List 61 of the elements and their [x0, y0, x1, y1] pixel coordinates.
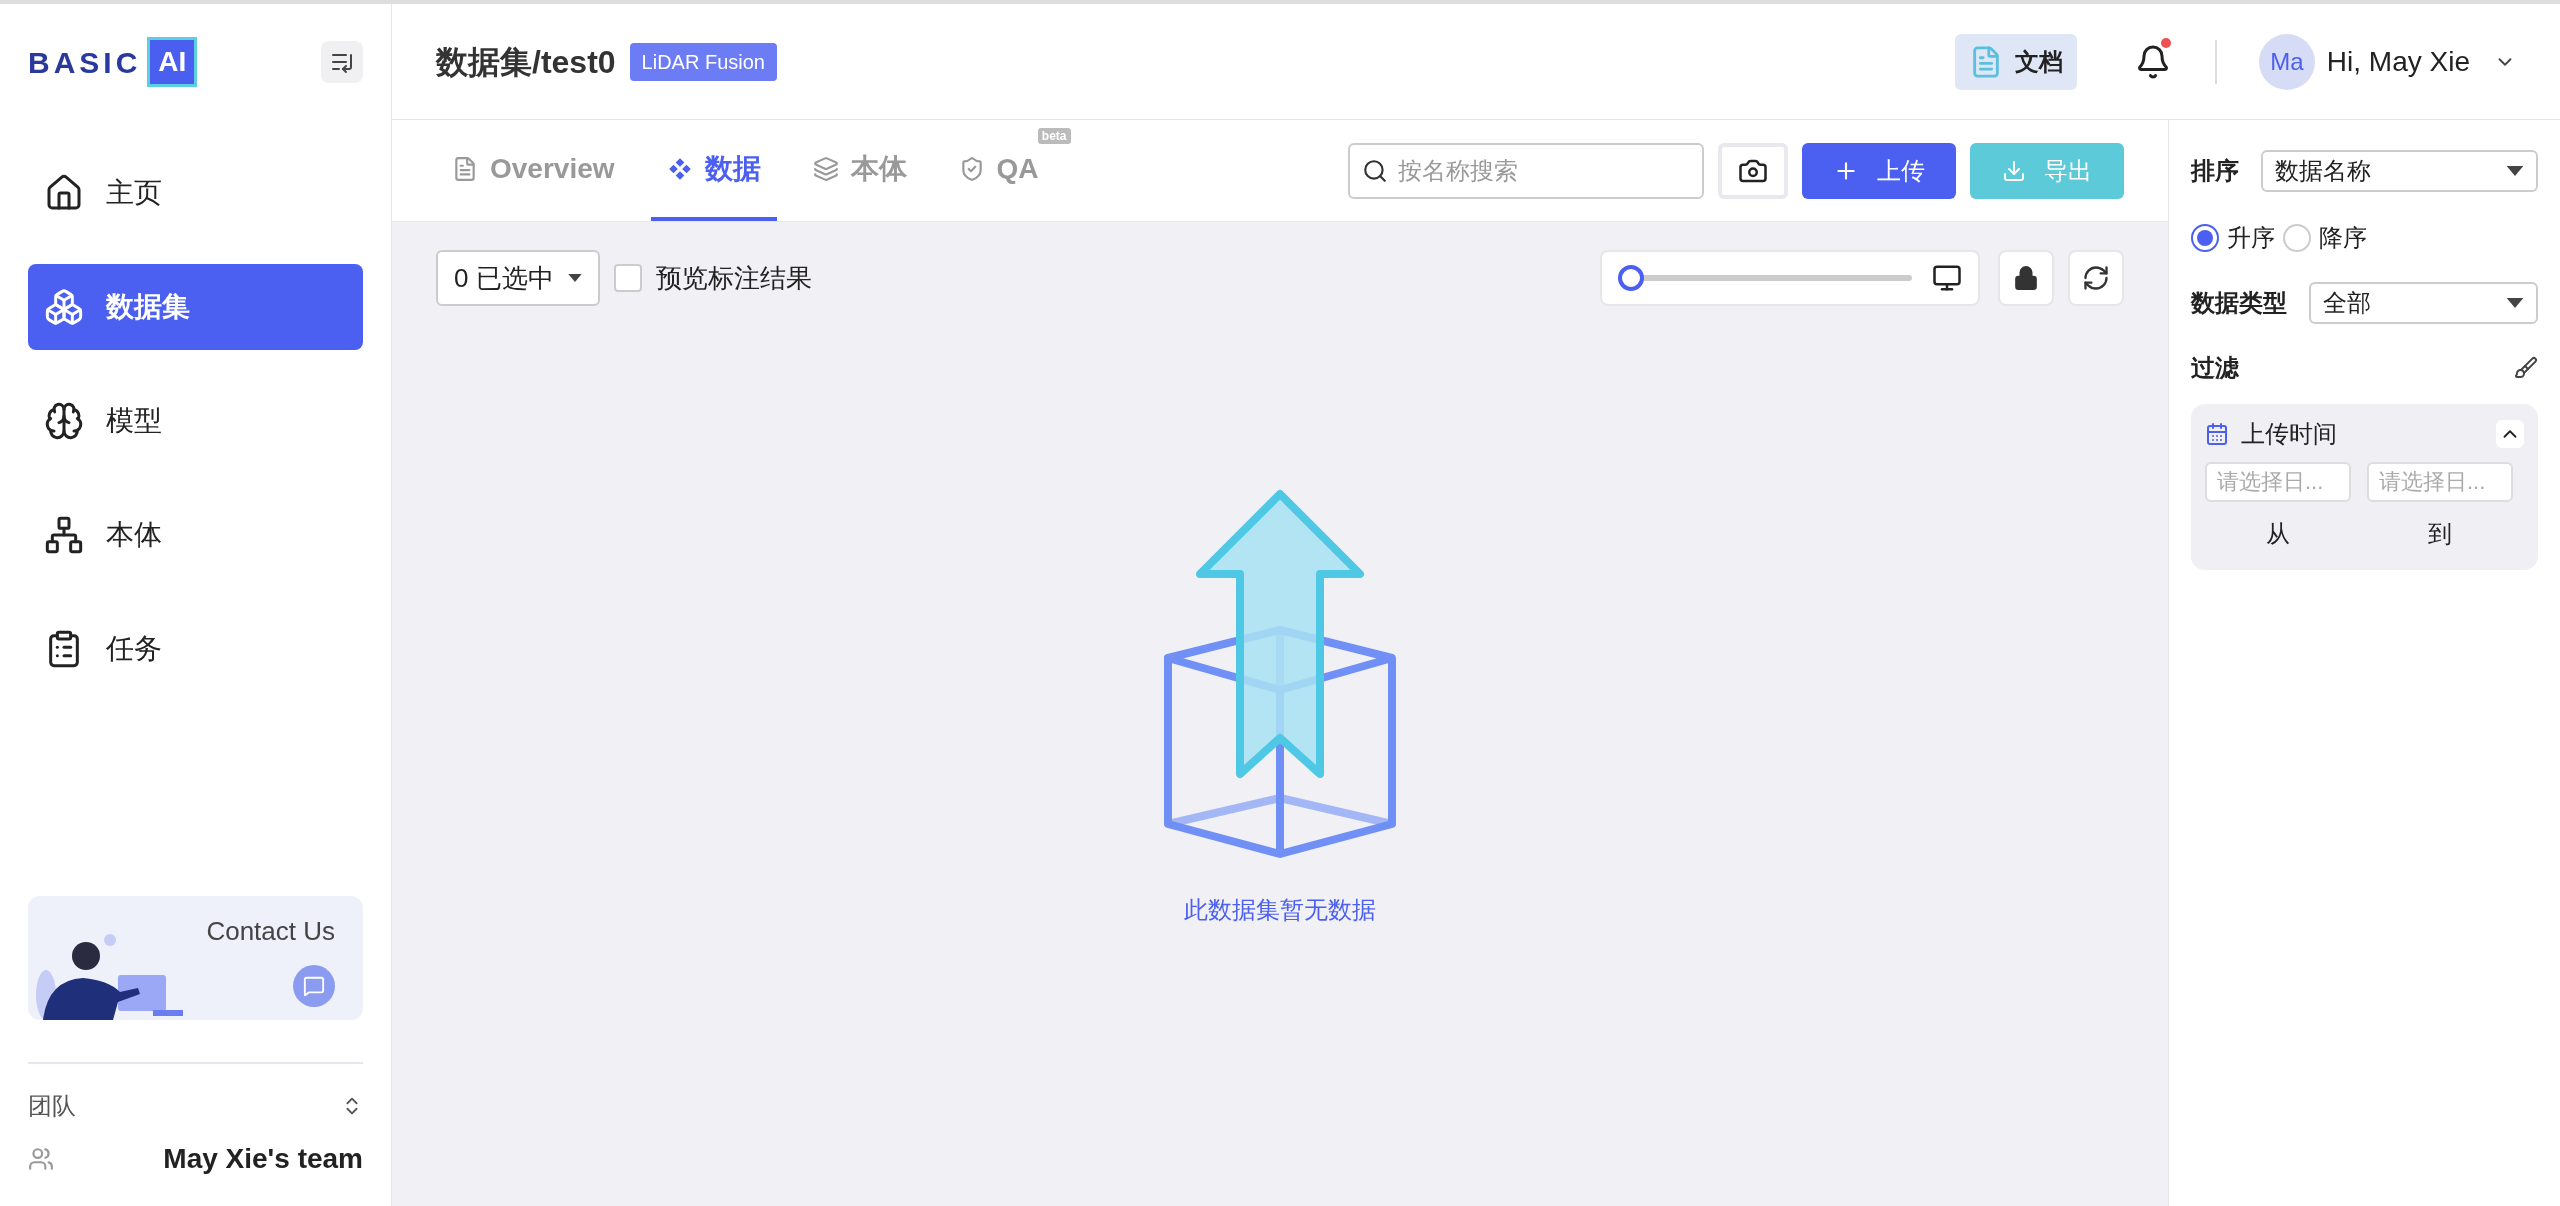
team-icon — [28, 1146, 54, 1172]
dataset-type-badge: LiDAR Fusion — [629, 42, 777, 81]
contact-title: Contact Us — [206, 915, 335, 948]
user-avatar[interactable]: Ma — [2258, 33, 2315, 90]
caret-down-icon — [567, 274, 582, 282]
camera-settings-button[interactable] — [1718, 142, 1788, 199]
data-type-label: 数据类型 — [2191, 288, 2287, 318]
brain-icon — [44, 401, 84, 441]
filter-label: 过滤 — [2191, 353, 2239, 383]
cubes-icon — [44, 287, 84, 327]
nav-item[interactable]: 本体 — [28, 492, 363, 578]
from-label: 从 — [2266, 519, 2290, 549]
tab[interactable]: 数据 — [650, 120, 777, 221]
nav-item[interactable]: 任务 — [28, 606, 363, 692]
selection-dropdown[interactable]: 0 已选中 — [436, 250, 600, 306]
monitor-icon[interactable] — [1932, 263, 1962, 293]
docs-button[interactable]: 文档 — [1954, 33, 2077, 90]
collapse-sidebar-button[interactable] — [321, 41, 363, 83]
lock-button[interactable] — [1998, 250, 2054, 306]
document-icon — [452, 155, 478, 182]
chat-bubble-icon — [293, 965, 335, 1007]
nav-item[interactable]: 数据集 — [28, 264, 363, 350]
sort-label: 排序 — [2191, 156, 2239, 186]
brush-icon[interactable] — [2514, 356, 2538, 380]
team-label: 团队 — [28, 1091, 76, 1121]
team-name[interactable]: May Xie's team — [163, 1138, 363, 1180]
logo-badge: AI — [147, 37, 198, 87]
refresh-button[interactable] — [2068, 250, 2124, 306]
caret-down-icon — [2506, 298, 2524, 308]
collapse-button[interactable] — [2496, 420, 2524, 448]
filter-title: 上传时间 — [2241, 419, 2337, 449]
contact-card[interactable]: Contact Us — [28, 896, 363, 1020]
lock-icon — [2013, 265, 2039, 291]
page-title: 数据集/test0 — [436, 42, 616, 82]
preview-label[interactable]: 预览标注结果 — [655, 258, 812, 298]
beta-badge: beta — [1037, 128, 1071, 144]
sort-select[interactable]: 数据名称 — [2261, 150, 2538, 192]
hierarchy-icon — [44, 515, 84, 555]
preview-checkbox[interactable] — [613, 264, 642, 292]
search-field[interactable]: 按名称搜索 — [1348, 142, 1704, 199]
empty-state-message: 此数据集暂无数据 — [1184, 895, 1376, 925]
refresh-icon — [2082, 264, 2110, 292]
slider-thumb[interactable] — [1618, 265, 1644, 291]
download-icon — [2002, 158, 2026, 183]
layers-icon — [812, 155, 839, 182]
end-date-field[interactable]: 请选择日... — [2367, 462, 2513, 502]
calendar-icon — [2205, 422, 2229, 446]
data-type-select[interactable]: 全部 — [2309, 282, 2538, 324]
upload-button[interactable]: 上传 — [1802, 142, 1956, 199]
caret-down-icon — [2506, 166, 2524, 176]
user-greeting[interactable]: Hi, May Xie — [2326, 40, 2470, 83]
logo-text: BASIC — [28, 44, 142, 81]
radio-label[interactable]: 升序 — [2227, 220, 2275, 256]
search-icon — [1362, 157, 1388, 184]
zoom-slider[interactable] — [1618, 265, 1912, 291]
to-label: 到 — [2428, 519, 2452, 549]
radio-label[interactable]: 降序 — [2319, 220, 2367, 256]
nav-item[interactable]: 模型 — [28, 378, 363, 464]
nav-item[interactable]: 主页 — [28, 150, 363, 236]
radio-button[interactable] — [2191, 224, 2219, 252]
start-date-field[interactable]: 请选择日... — [2205, 462, 2351, 502]
